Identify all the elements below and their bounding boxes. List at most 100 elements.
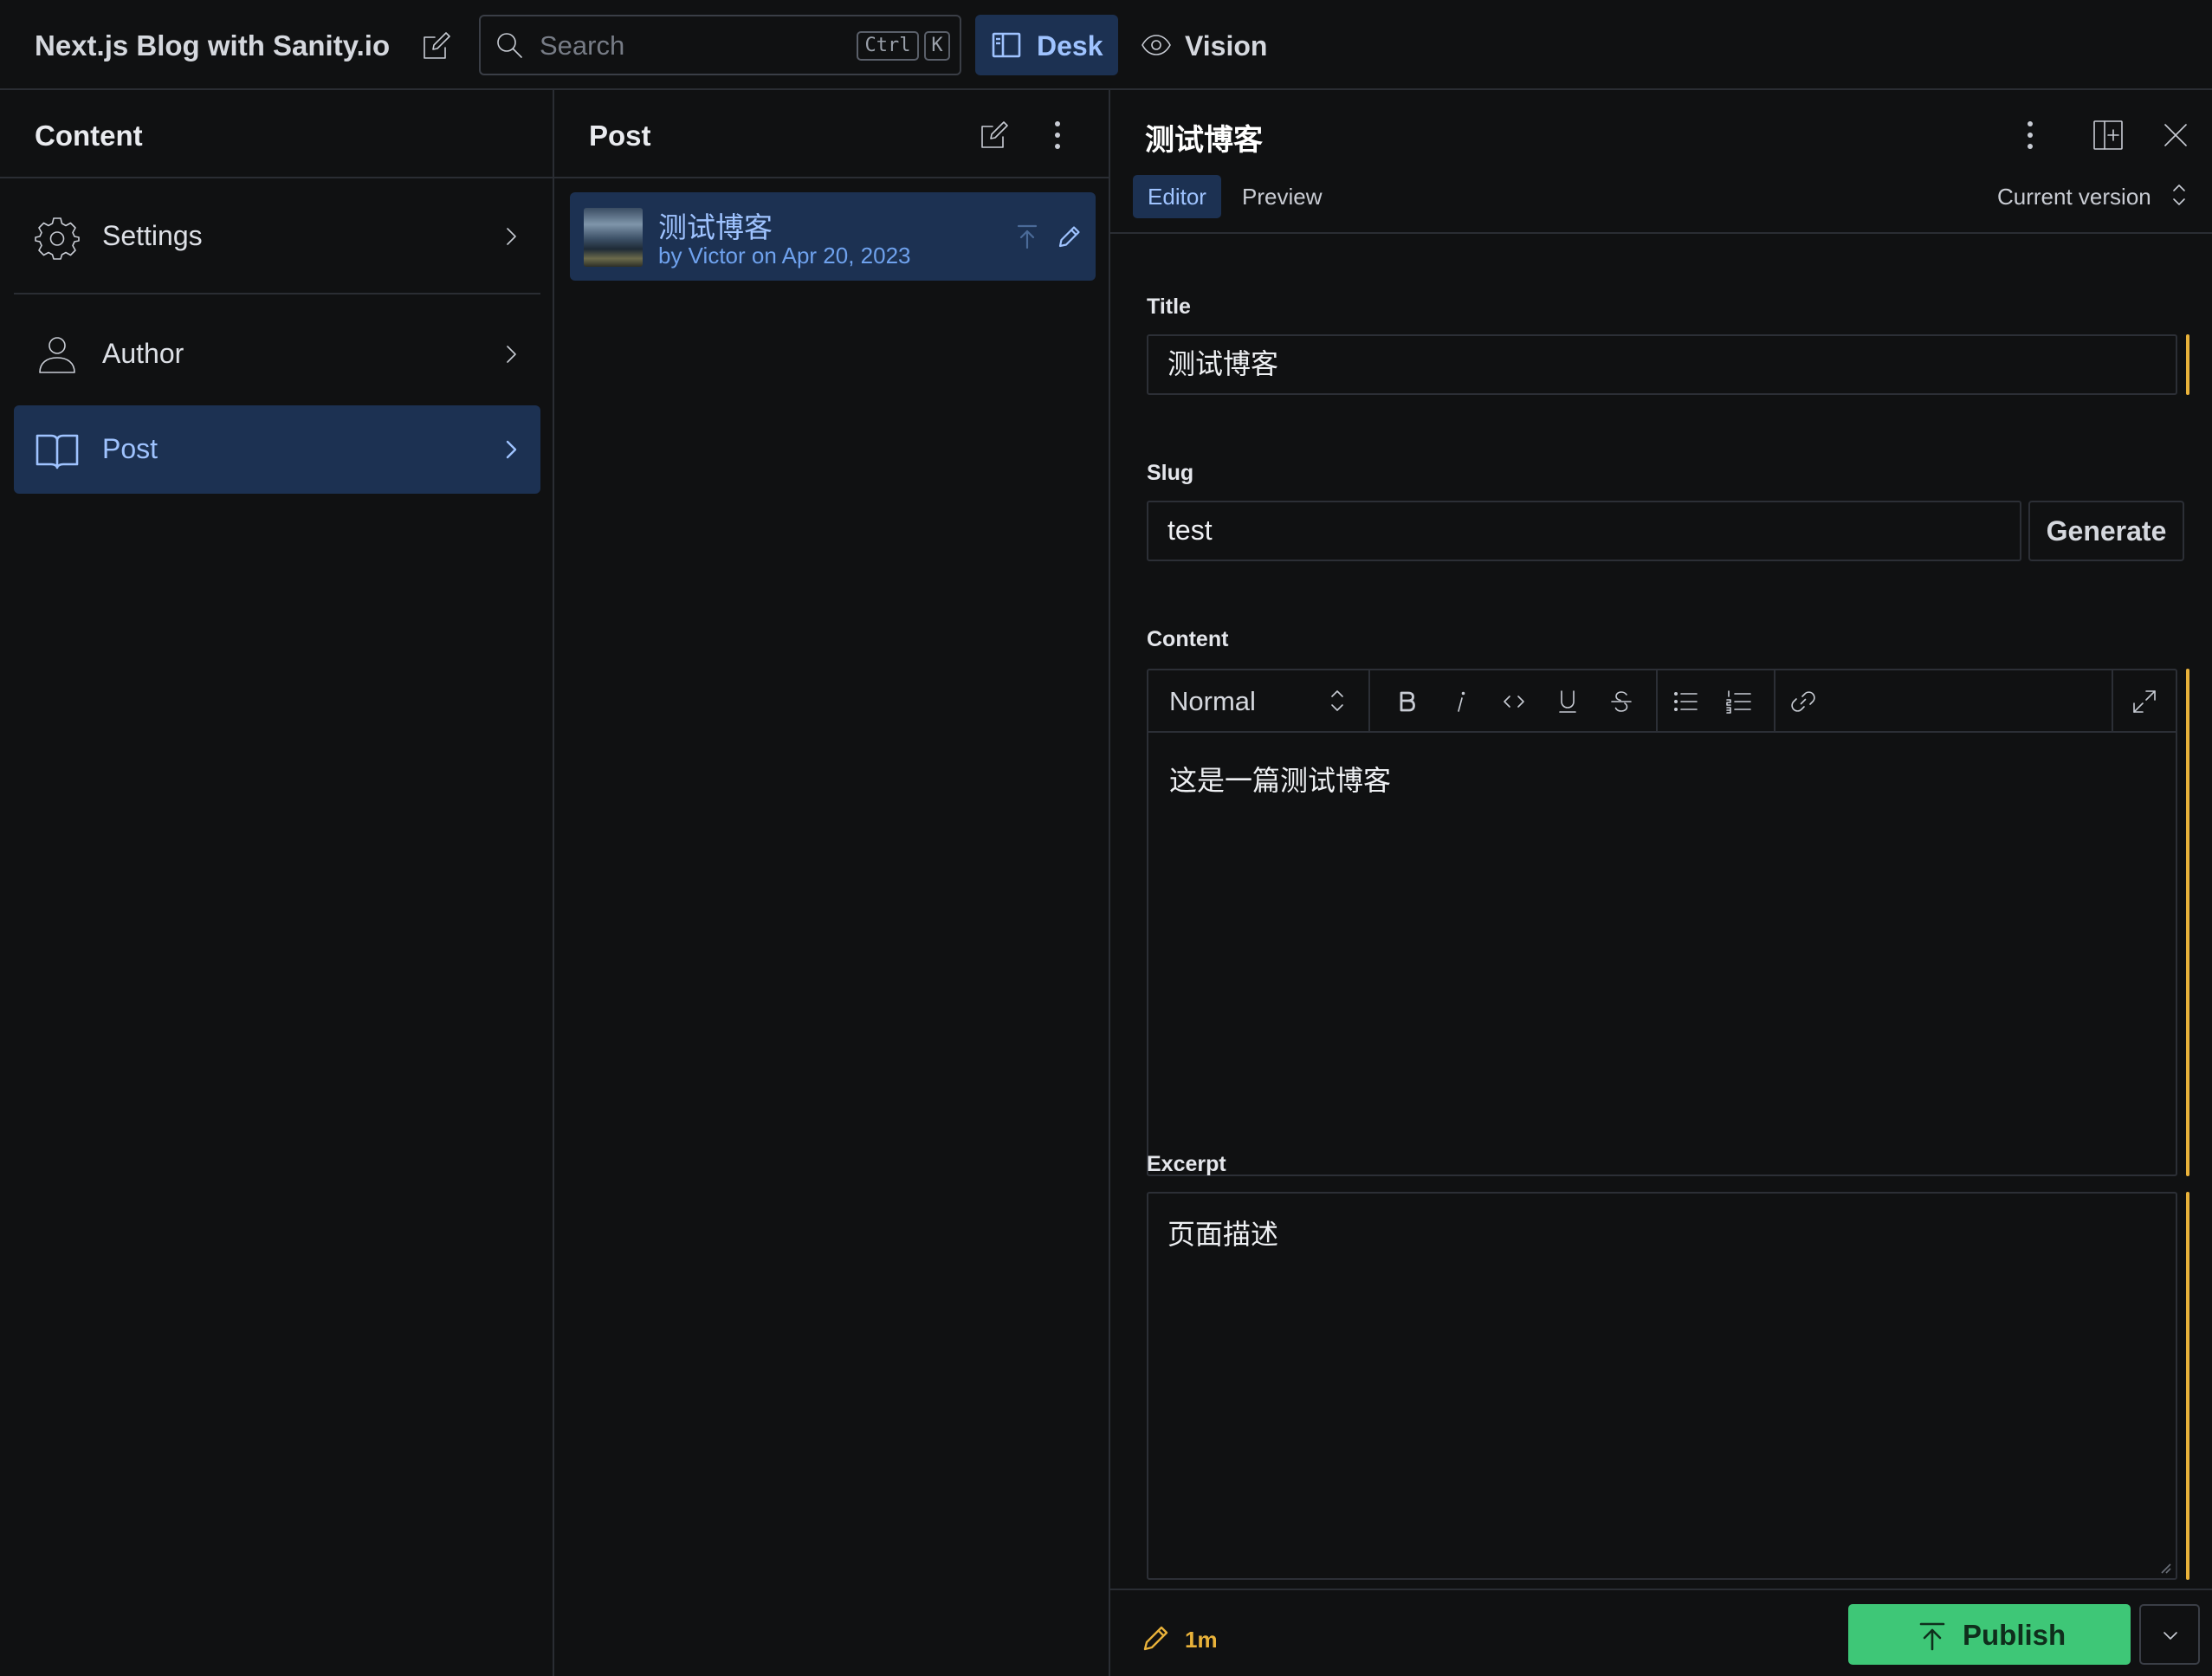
- user-icon: [39, 337, 75, 373]
- shortcut-k-key: K: [924, 31, 950, 61]
- strikethrough-button[interactable]: [1607, 688, 1635, 715]
- document-footer: 1m Publish: [1110, 1589, 2212, 1676]
- publish-icon: [1919, 1622, 1945, 1651]
- studio-title[interactable]: Next.js Blog with Sanity.io: [35, 29, 390, 62]
- tab-vision-label: Vision: [1185, 30, 1268, 61]
- post-thumbnail: [584, 208, 643, 267]
- tab-desk[interactable]: Desk: [975, 15, 1118, 75]
- sidebar-item-author[interactable]: Author: [14, 310, 540, 398]
- pencil-icon: [1143, 1626, 1168, 1651]
- chevron-right-icon: [507, 228, 516, 245]
- slug-field-label: Slug: [1147, 461, 1194, 485]
- content-field-label: Content: [1147, 627, 1229, 651]
- publish-button-label: Publish: [1963, 1619, 2066, 1651]
- post-list-item[interactable]: 测试博客 by Victor on Apr 20, 2023: [570, 192, 1096, 281]
- tab-preview[interactable]: Preview: [1242, 184, 1322, 210]
- code-button[interactable]: [1500, 688, 1528, 715]
- compose-icon: [424, 32, 450, 59]
- chevron-down-icon: [2163, 1632, 2177, 1640]
- toolbar-separator: [1774, 670, 1775, 731]
- new-document-button[interactable]: [419, 29, 454, 63]
- chevron-right-icon: [506, 440, 517, 459]
- document-title: 测试博客: [1145, 124, 1263, 157]
- italic-icon: [1458, 691, 1465, 712]
- toolbar-separator: [1656, 670, 1658, 731]
- published-status-icon: [1017, 224, 1038, 249]
- post-list-pane: Post 测试博客 by Victor on Apr 20, 2023: [554, 90, 1110, 1676]
- document-pane: 测试博客 Editor Preview Current version Titl: [1110, 90, 2212, 1676]
- version-selector[interactable]: Current version: [1997, 184, 2151, 210]
- content-paragraph[interactable]: 这是一篇测试博客: [1169, 759, 1391, 799]
- split-pane-icon: [2093, 120, 2123, 150]
- post-item-subtitle: by Victor on Apr 20, 2023: [658, 243, 911, 269]
- fullscreen-editor-button[interactable]: [2112, 670, 2176, 731]
- sidebar-item-settings[interactable]: Settings: [14, 192, 540, 281]
- tab-vision[interactable]: Vision: [1131, 15, 1274, 75]
- eye-icon: [1142, 35, 1171, 55]
- link-icon: [1791, 691, 1815, 712]
- title-changed-indicator: [2186, 334, 2189, 395]
- split-pane-button[interactable]: [2091, 118, 2125, 152]
- shortcut-ctrl-key: Ctrl: [857, 31, 919, 61]
- bullet-list-button[interactable]: [1672, 688, 1699, 715]
- post-pane-header: Post: [554, 90, 1109, 178]
- close-pane-button[interactable]: [2158, 118, 2193, 152]
- desk-icon: [992, 32, 1021, 58]
- tab-editor[interactable]: Editor: [1133, 175, 1221, 218]
- bold-button[interactable]: [1393, 688, 1420, 715]
- underline-button[interactable]: [1554, 688, 1581, 715]
- sidebar-item-post[interactable]: Post: [14, 405, 540, 494]
- title-field-label: Title: [1147, 294, 1191, 319]
- content-pane: Content Settings Author Post: [0, 90, 554, 1676]
- publish-button[interactable]: Publish: [1848, 1604, 2131, 1665]
- chevron-right-icon: [507, 346, 516, 363]
- content-rich-text-editor[interactable]: Normal 这是一篇测试博客: [1147, 669, 2177, 1176]
- underline-icon: [1559, 690, 1576, 713]
- publish-menu-button[interactable]: [2139, 1604, 2200, 1665]
- bold-icon: [1400, 691, 1415, 712]
- search-input[interactable]: [540, 29, 799, 63]
- strikethrough-icon: [1611, 691, 1632, 712]
- block-style-select[interactable]: Normal: [1148, 670, 1370, 731]
- pencil-icon: [1058, 226, 1080, 248]
- gear-icon: [35, 217, 80, 260]
- italic-button[interactable]: [1446, 688, 1474, 715]
- document-menu-button[interactable]: [2025, 118, 2035, 152]
- sidebar-item-label: Author: [102, 338, 184, 369]
- sidebar-divider: [14, 293, 540, 294]
- numbered-list-icon: [1726, 690, 1751, 714]
- title-field-input[interactable]: 测试博客: [1147, 334, 2177, 395]
- chevron-up-down-icon: [2173, 184, 2185, 205]
- rich-text-toolbar: Normal: [1148, 670, 2176, 733]
- content-pane-header: Content: [0, 90, 553, 178]
- excerpt-textarea[interactable]: 页面描述: [1147, 1192, 2177, 1580]
- more-vertical-icon: [1055, 121, 1060, 149]
- post-pane-menu-button[interactable]: [1052, 118, 1063, 152]
- close-icon: [2164, 124, 2187, 146]
- link-button[interactable]: [1789, 688, 1817, 715]
- generate-slug-button[interactable]: Generate: [2028, 501, 2184, 561]
- create-post-button[interactable]: [977, 118, 1012, 152]
- excerpt-value: 页面描述: [1167, 1219, 1279, 1250]
- search-icon: [497, 33, 522, 58]
- resize-grip-icon[interactable]: [2158, 1561, 2172, 1575]
- content-pane-title: Content: [35, 120, 143, 152]
- top-bar: Next.js Blog with Sanity.io Ctrl K Desk …: [0, 0, 2212, 90]
- post-pane-title: Post: [589, 120, 651, 152]
- excerpt-field-label: Excerpt: [1147, 1152, 1226, 1176]
- expand-icon: [2133, 690, 2156, 713]
- last-edited-time[interactable]: 1m: [1185, 1627, 1218, 1653]
- slug-field-input[interactable]: test: [1147, 501, 2021, 561]
- tab-desk-label: Desk: [1037, 30, 1103, 61]
- bullet-list-icon: [1674, 692, 1698, 711]
- search-box[interactable]: Ctrl K: [479, 15, 961, 75]
- book-icon: [36, 434, 79, 469]
- sidebar-item-label: Settings: [102, 220, 203, 251]
- excerpt-changed-indicator: [2186, 1192, 2189, 1580]
- code-icon: [1504, 696, 1524, 708]
- compose-icon: [981, 121, 1008, 148]
- block-style-value: Normal: [1169, 686, 1256, 716]
- more-vertical-icon: [2028, 121, 2033, 149]
- sidebar-item-label: Post: [102, 433, 158, 464]
- numbered-list-button[interactable]: [1725, 688, 1753, 715]
